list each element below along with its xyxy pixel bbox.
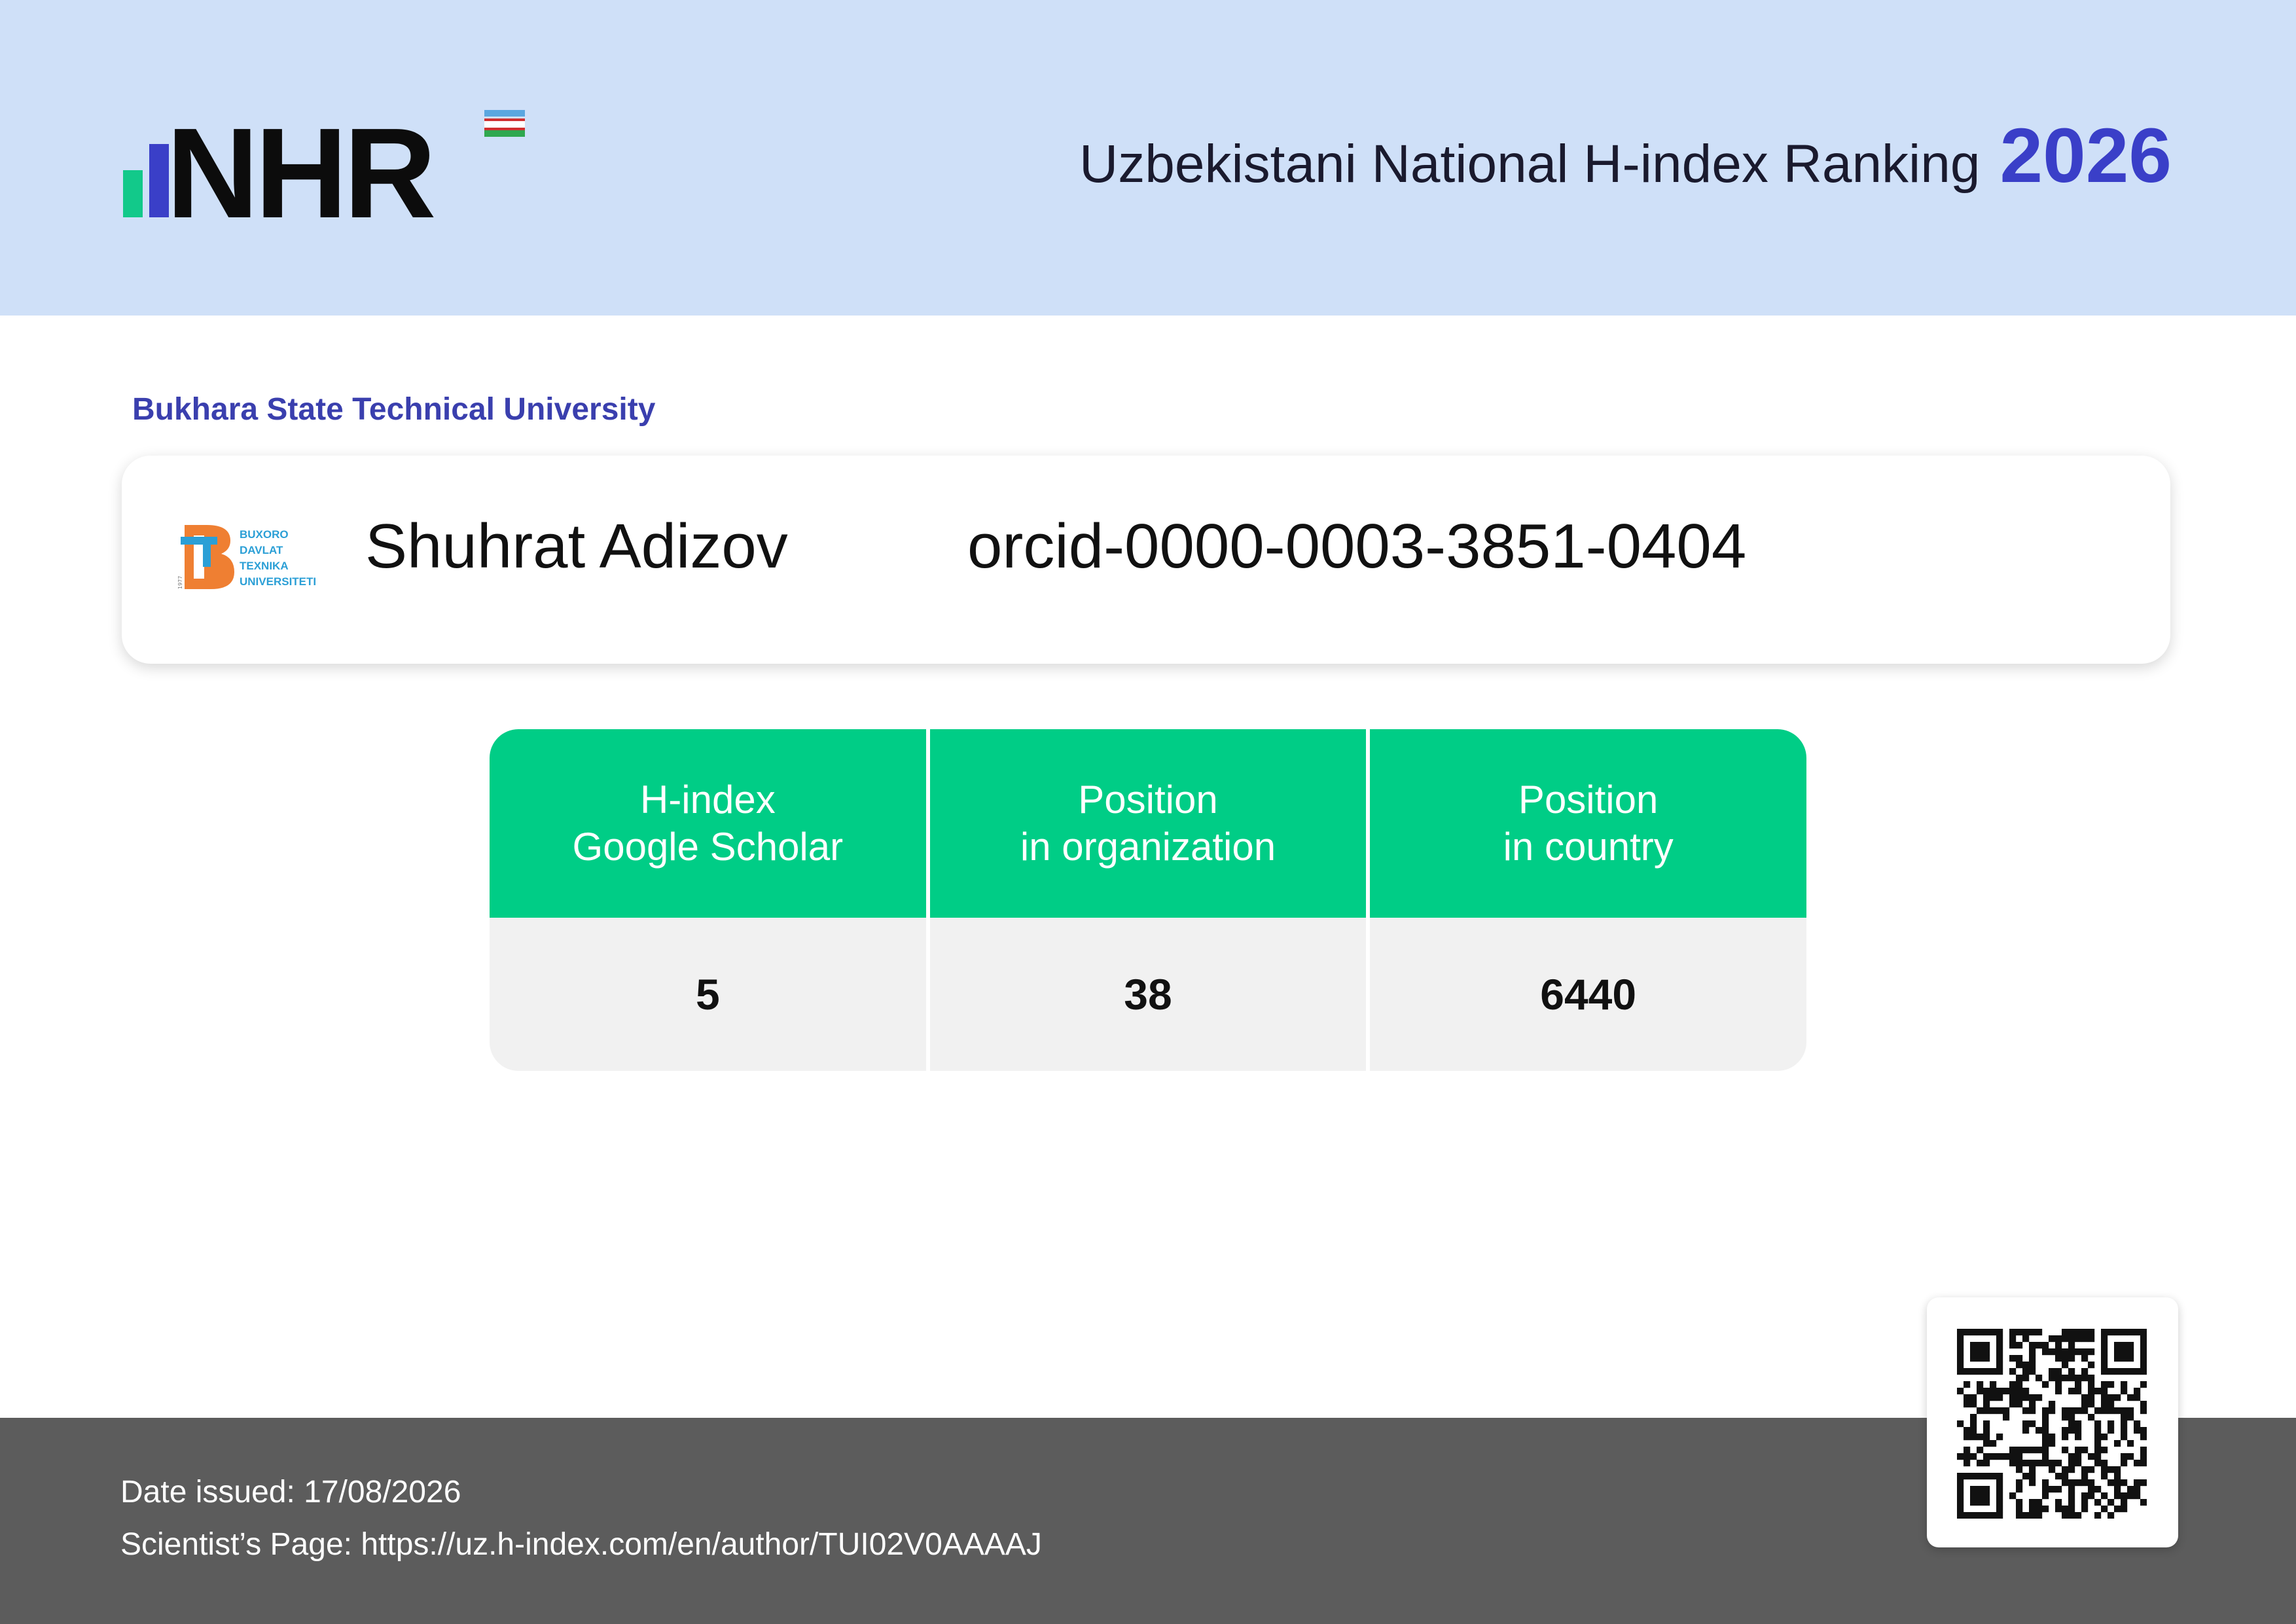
stat-header-line1: H-index bbox=[639, 778, 776, 821]
stat-value: 6440 bbox=[1370, 918, 1806, 1071]
stat-value: 38 bbox=[929, 918, 1367, 1071]
nhr-logo: NHR bbox=[123, 105, 542, 223]
scientist-page-label: Scientist’s Page: bbox=[120, 1527, 352, 1562]
university-logo-line-2: DAVLAT bbox=[240, 544, 283, 556]
scientist-name: Shuhrat Adizov bbox=[365, 511, 788, 581]
university-logo-graphic: 1977 BUXORO DAVLAT TEXNIKA UNIVERSITETI bbox=[177, 525, 316, 589]
stat-hindex: H-index Google Scholar 5 bbox=[490, 729, 926, 1071]
stat-header: Position in organization bbox=[929, 729, 1367, 918]
scientist-page-link[interactable]: https://uz.h-index.com/en/author/TUI02V0… bbox=[361, 1527, 1042, 1562]
university-logo-line-1: BUXORO bbox=[240, 528, 289, 541]
orcid-id: orcid-0000-0003-3851-0404 bbox=[967, 511, 1747, 581]
ranking-title-text: Uzbekistani National H-index Ranking bbox=[1079, 134, 1981, 194]
qr-code-card[interactable] bbox=[1927, 1297, 2178, 1547]
nhr-logo-text: NHR bbox=[166, 105, 434, 223]
nhr-logo-graphic: NHR bbox=[123, 105, 525, 223]
stat-header: H-index Google Scholar bbox=[490, 729, 926, 918]
university-logo: 1977 BUXORO DAVLAT TEXNIKA UNIVERSITETI bbox=[174, 521, 338, 593]
organization-name: Bukhara State Technical University bbox=[132, 392, 656, 427]
university-logo-line-4: UNIVERSITETI bbox=[240, 575, 316, 588]
stat-position-organization: Position in organization 38 bbox=[929, 729, 1367, 1071]
stats-table: H-index Google Scholar 5 Position in org… bbox=[490, 729, 1806, 1071]
stat-position-country: Position in country 6440 bbox=[1370, 729, 1806, 1071]
person-card: 1977 BUXORO DAVLAT TEXNIKA UNIVERSITETI … bbox=[122, 456, 2170, 664]
ranking-year: 2026 bbox=[2000, 113, 2172, 199]
stat-header-line2: in country bbox=[1503, 825, 1674, 869]
stat-header-line2: Google Scholar bbox=[572, 825, 844, 869]
stat-header-line2: in organization bbox=[1020, 825, 1276, 869]
stat-header: Position in country bbox=[1370, 729, 1806, 918]
date-issued-value: 17/08/2026 bbox=[304, 1475, 461, 1509]
date-issued-label: Date issued: bbox=[120, 1475, 295, 1509]
university-logo-line-3: TEXNIKA bbox=[240, 560, 289, 572]
stat-header-line1: Position bbox=[1518, 778, 1659, 821]
date-issued: Date issued: 17/08/2026 bbox=[120, 1474, 461, 1510]
stat-value: 5 bbox=[490, 918, 926, 1071]
university-logo-year: 1977 bbox=[177, 576, 183, 589]
stat-header-line1: Position bbox=[1078, 778, 1218, 821]
qr-code-icon bbox=[1957, 1329, 2147, 1519]
ranking-title: Uzbekistani National H-index Ranking 202… bbox=[1079, 111, 2172, 203]
header: NHR Uzbekistani National H-index Ranking… bbox=[0, 0, 2296, 316]
scientist-page: Scientist’s Page: https://uz.h-index.com… bbox=[120, 1526, 1042, 1562]
